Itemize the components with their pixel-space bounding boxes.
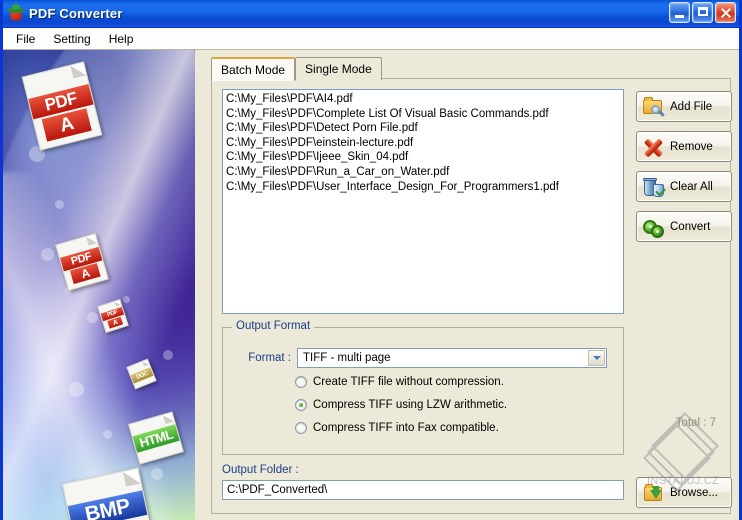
radio-fax-compression[interactable]: Compress TIFF into Fax compatible. (295, 422, 507, 434)
minimize-button[interactable] (669, 2, 690, 23)
radio-lzw-compression[interactable]: Compress TIFF using LZW arithmetic. (295, 399, 507, 411)
mode-tabs: Batch Mode Single Mode (211, 57, 382, 81)
output-folder-label: Output Folder : (222, 464, 299, 476)
title-bar: PDF Converter (3, 0, 739, 28)
menu-bar: File Setting Help (3, 28, 739, 50)
radio-indicator (295, 422, 307, 434)
list-item[interactable]: C:\My_Files\PDF\User_Interface_Design_Fo… (226, 180, 620, 195)
main-panel: Batch Mode Single Mode C:\My_Files\PDF\A… (195, 50, 739, 520)
browse-button-label: Browse... (670, 486, 718, 499)
tab-single-mode[interactable]: Single Mode (295, 57, 382, 80)
window-controls (669, 2, 736, 23)
format-select[interactable]: TIFF - multi page (297, 348, 607, 368)
remove-button[interactable]: Remove (636, 131, 732, 162)
action-button-group: Add File Remove Clear All Convert (636, 91, 732, 251)
window-body: PDF A PDF A PDF A DOC HTML BMP Batch Mod… (3, 50, 739, 520)
radio-indicator-selected (295, 399, 307, 411)
list-item[interactable]: C:\My_Files\PDF\Ijeee_Skin_04.pdf (226, 150, 620, 165)
window-title: PDF Converter (29, 6, 123, 21)
pdf-converter-app-icon (8, 3, 24, 22)
menu-item-file[interactable]: File (7, 30, 44, 48)
tab-batch-mode[interactable]: Batch Mode (211, 57, 296, 81)
list-item[interactable]: C:\My_Files\PDF\AI4.pdf (226, 92, 620, 107)
tab-panel-batch-mode: C:\My_Files\PDF\AI4.pdf C:\My_Files\PDF\… (211, 78, 732, 514)
output-format-group-title: Output Format (232, 320, 315, 332)
list-item[interactable]: C:\My_Files\PDF\einstein-lecture.pdf (226, 136, 620, 151)
browse-button[interactable]: Browse... (636, 477, 732, 508)
list-item[interactable]: C:\My_Files\PDF\Complete List Of Visual … (226, 107, 620, 122)
list-item[interactable]: C:\My_Files\PDF\Detect Porn File.pdf (226, 121, 620, 136)
add-file-button-label: Add File (670, 100, 713, 113)
format-label: Format : (248, 352, 291, 364)
total-count-label: Total : 7 (675, 417, 716, 429)
red-cross-icon (642, 136, 666, 158)
compression-options: Create TIFF file without compression. Co… (295, 376, 507, 445)
output-format-group: Output Format Format : TIFF - multi page… (222, 320, 624, 455)
radio-lzw-compression-label: Compress TIFF using LZW arithmetic. (313, 399, 508, 411)
radio-fax-compression-label: Compress TIFF into Fax compatible. (313, 422, 499, 434)
list-item[interactable]: C:\My_Files\PDF\Run_a_Car_on_Water.pdf (226, 165, 620, 180)
radio-no-compression-label: Create TIFF file without compression. (313, 376, 504, 388)
add-file-button[interactable]: Add File (636, 91, 732, 122)
clear-all-button[interactable]: Clear All (636, 171, 732, 202)
radio-no-compression[interactable]: Create TIFF file without compression. (295, 376, 507, 388)
trash-can-icon (642, 176, 666, 198)
format-row: Format : TIFF - multi page (223, 348, 623, 368)
menu-item-setting[interactable]: Setting (44, 30, 99, 48)
menu-item-help[interactable]: Help (100, 30, 143, 48)
convert-button-label: Convert (670, 220, 711, 233)
clear-all-button-label: Clear All (670, 180, 713, 193)
maximize-button[interactable] (692, 2, 713, 23)
convert-button[interactable]: Convert (636, 211, 732, 242)
format-select-value: TIFF - multi page (303, 352, 391, 364)
folder-search-icon (642, 96, 666, 118)
output-folder-value: C:\PDF_Converted\ (227, 484, 328, 496)
application-window: PDF Converter File Setting Help PDF A PD… (0, 0, 742, 520)
decorative-banner: PDF A PDF A PDF A DOC HTML BMP (3, 50, 195, 520)
banner-icon-html-label: HTML (132, 424, 180, 453)
output-folder-input[interactable]: C:\PDF_Converted\ (222, 480, 624, 500)
folder-download-icon (642, 482, 666, 504)
banner-icon-doc-label: DOC (130, 367, 154, 384)
chevron-down-icon[interactable] (588, 350, 605, 366)
radio-indicator (295, 376, 307, 388)
file-list[interactable]: C:\My_Files\PDF\AI4.pdf C:\My_Files\PDF\… (222, 89, 624, 314)
banner-icon-bmp-label: BMP (67, 490, 148, 520)
gears-icon (642, 216, 666, 238)
remove-button-label: Remove (670, 140, 713, 153)
close-button[interactable] (715, 2, 736, 23)
